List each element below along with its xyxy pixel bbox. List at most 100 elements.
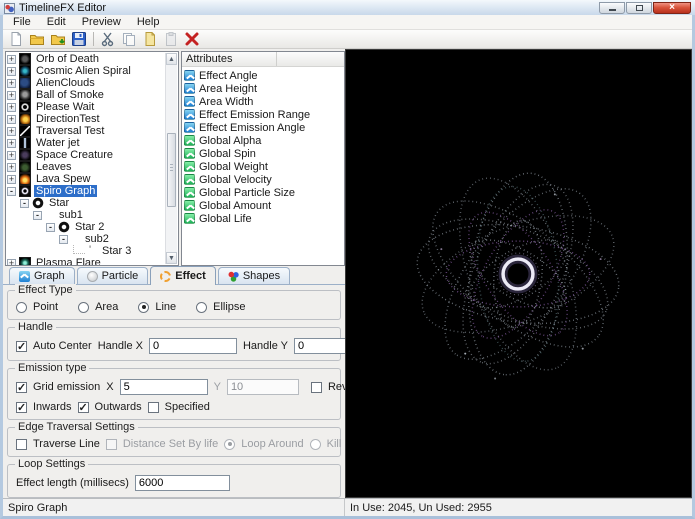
tab-shapes[interactable]: Shapes <box>218 267 290 284</box>
expand-icon[interactable] <box>7 67 16 76</box>
attribute-effect-angle[interactable]: Effect Angle <box>184 69 344 82</box>
expand-icon[interactable] <box>7 163 16 172</box>
inwards-checkbox[interactable] <box>16 402 27 413</box>
attribute-global-spin[interactable]: Global Spin <box>184 147 344 160</box>
attribute-global-particle-size[interactable]: Global Particle Size <box>184 186 344 199</box>
tree-item-orb-of-death[interactable]: Orb of Death <box>7 53 165 65</box>
delete-button[interactable] <box>183 31 201 48</box>
expand-icon[interactable] <box>7 151 16 160</box>
import-folder-button[interactable] <box>49 31 67 48</box>
new-page-button[interactable] <box>141 31 159 48</box>
attributes-header-label[interactable]: Attributes <box>182 52 277 66</box>
expand-icon[interactable] <box>7 175 16 184</box>
tree-item-water-jet[interactable]: Water jet <box>7 137 165 149</box>
attribute-area-width[interactable]: Area Width <box>184 95 344 108</box>
open-folder-button[interactable] <box>28 31 46 48</box>
grid-y-input[interactable] <box>227 379 299 395</box>
tree-item-ball-of-smoke[interactable]: Ball of Smoke <box>7 89 165 101</box>
collapse-icon[interactable] <box>46 223 55 232</box>
outwards-checkbox[interactable] <box>78 402 89 413</box>
tab-graph[interactable]: Graph <box>9 267 75 284</box>
tree-item-star-2[interactable]: Star 2 <box>7 221 165 233</box>
graph-attribute-icon <box>184 200 195 211</box>
tab-effect[interactable]: Effect <box>150 266 216 285</box>
tab-particle[interactable]: Particle <box>77 267 149 284</box>
attribute-effect-emission-range[interactable]: Effect Emission Range <box>184 108 344 121</box>
tree-item-star-3[interactable]: Star 3 <box>7 245 165 257</box>
paste-button[interactable] <box>162 31 180 48</box>
distance-set-by-life-checkbox[interactable] <box>106 439 117 450</box>
expand-icon[interactable] <box>7 103 16 112</box>
expand-icon[interactable] <box>7 79 16 88</box>
attribute-global-velocity[interactable]: Global Velocity <box>184 173 344 186</box>
tree-item-please-wait[interactable]: Please Wait <box>7 101 165 113</box>
menu-preview[interactable]: Preview <box>74 15 129 29</box>
attribute-global-amount[interactable]: Global Amount <box>184 199 344 212</box>
tree-scrollbar[interactable]: ▲ ▼ <box>165 53 177 264</box>
reverse-spawn-checkbox[interactable] <box>311 382 322 393</box>
radio-kill[interactable] <box>310 439 321 450</box>
radio-ellipse[interactable] <box>196 302 207 313</box>
attribute-global-alpha[interactable]: Global Alpha <box>184 134 344 147</box>
tree-item-lava-spew[interactable]: Lava Spew <box>7 173 165 185</box>
effect-thumbnail-icon <box>19 77 31 89</box>
tree-item-label: Star 3 <box>100 245 133 257</box>
close-button[interactable]: × <box>653 2 691 14</box>
tree-item-sub2[interactable]: sub2 <box>7 233 165 245</box>
scrollbar-thumb[interactable] <box>167 133 176 207</box>
effect-length-input[interactable] <box>135 475 230 491</box>
tab-label: Graph <box>34 270 65 282</box>
effect-tab-panel: Effect Type Point Area Line Ellipse Hand… <box>3 285 345 498</box>
expand-icon[interactable] <box>7 259 16 267</box>
expand-icon[interactable] <box>7 91 16 100</box>
tree-item-leaves[interactable]: Leaves <box>7 161 165 173</box>
attribute-effect-emission-angle[interactable]: Effect Emission Angle <box>184 121 344 134</box>
new-file-button[interactable] <box>7 31 25 48</box>
grid-x-input[interactable] <box>120 379 208 395</box>
maximize-button[interactable] <box>626 2 652 14</box>
menu-file[interactable]: File <box>5 15 39 29</box>
collapse-icon[interactable] <box>33 211 42 220</box>
attributes-header[interactable]: Attributes <box>182 52 344 67</box>
copy-button[interactable] <box>120 31 138 48</box>
cut-button[interactable] <box>99 31 117 48</box>
attribute-label: Area Width <box>199 96 253 108</box>
collapse-icon[interactable] <box>7 187 16 196</box>
radio-line[interactable] <box>138 302 149 313</box>
handle-x-input[interactable] <box>149 338 237 354</box>
expand-icon[interactable] <box>7 55 16 64</box>
preview-viewport[interactable] <box>345 49 692 498</box>
menu-edit[interactable]: Edit <box>39 15 74 29</box>
tree-item-traversal-test[interactable]: Traversal Test <box>7 125 165 137</box>
radio-area[interactable] <box>78 302 89 313</box>
tree-item-alienclouds[interactable]: AlienClouds <box>7 77 165 89</box>
tree-item-sub1[interactable]: sub1 <box>7 209 165 221</box>
expand-icon[interactable] <box>7 127 16 136</box>
attribute-global-life[interactable]: Global Life <box>184 212 344 225</box>
specified-checkbox[interactable] <box>148 402 159 413</box>
tree-item-plasma-flare[interactable]: Plasma Flare <box>7 257 165 266</box>
auto-center-checkbox[interactable] <box>16 341 27 352</box>
radio-point[interactable] <box>16 302 27 313</box>
tree-item-cosmic-alien-spiral[interactable]: Cosmic Alien Spiral <box>7 65 165 77</box>
expand-icon[interactable] <box>7 139 16 148</box>
attribute-area-height[interactable]: Area Height <box>184 82 344 95</box>
tree-item-space-creature[interactable]: Space Creature <box>7 149 165 161</box>
collapse-icon[interactable] <box>20 199 29 208</box>
collapse-icon[interactable] <box>59 235 68 244</box>
menu-help[interactable]: Help <box>129 15 168 29</box>
scroll-down-icon[interactable]: ▼ <box>166 252 177 264</box>
minimize-button[interactable] <box>599 2 625 14</box>
scroll-up-icon[interactable]: ▲ <box>166 53 177 65</box>
traverse-line-checkbox[interactable] <box>16 439 27 450</box>
effect-thumbnail-icon <box>19 173 31 185</box>
expand-icon[interactable] <box>7 115 16 124</box>
tree-item-spiro-graph[interactable]: Spiro Graph <box>7 185 165 197</box>
tree-item-label: sub2 <box>83 233 111 245</box>
radio-loop-around[interactable] <box>224 439 235 450</box>
save-button[interactable] <box>70 31 88 48</box>
grid-emission-checkbox[interactable] <box>16 382 27 393</box>
tree-item-star[interactable]: Star <box>7 197 165 209</box>
tree-item-directiontest[interactable]: DirectionTest <box>7 113 165 125</box>
attribute-global-weight[interactable]: Global Weight <box>184 160 344 173</box>
